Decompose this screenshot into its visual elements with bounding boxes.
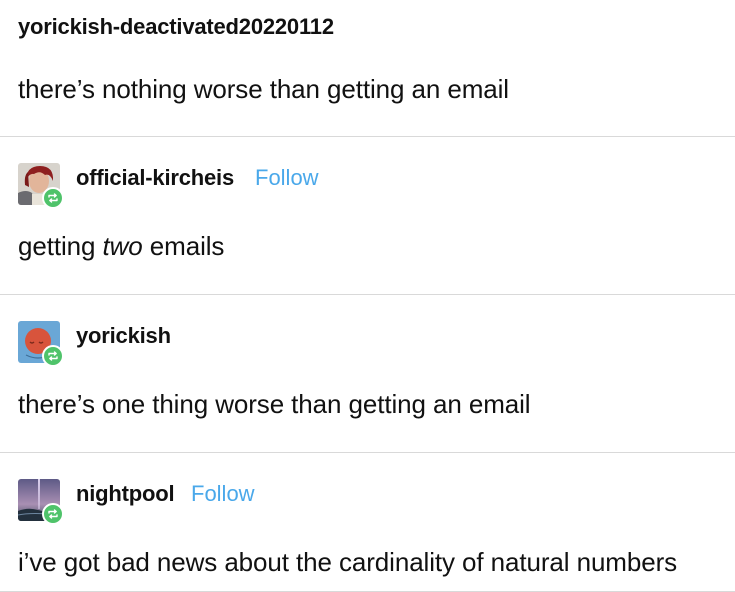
avatar[interactable] [18,479,64,525]
follow-button[interactable]: Follow [191,481,255,507]
post-reblog-nightpool: nightpool Follow i’ve got bad news about… [0,453,735,592]
text-part: getting [18,231,103,261]
reblogger-username[interactable]: official-kircheis [76,165,234,191]
post-body-text: there’s one thing worse than getting an … [18,389,531,419]
username-original-poster[interactable]: yorickish-deactivated20220112 [18,14,334,40]
post-reblog-official-kircheis: official-kircheis Follow getting two ema… [0,137,735,295]
avatar[interactable] [18,163,64,209]
text-italic: two [102,231,143,261]
post-reblog-yorickish: yorickish there’s one thing worse than g… [0,295,735,453]
post-original: yorickish-deactivated20220112 there’s no… [0,0,735,137]
follow-button[interactable]: Follow [255,165,319,191]
post-body-text: i’ve got bad news about the cardinality … [18,547,678,577]
text-part: emails [142,231,225,261]
post-body-text: getting two emails [18,231,224,262]
post-body-text: there’s nothing worse than getting an em… [18,74,509,104]
reblogger-username[interactable]: yorickish [76,323,171,349]
reblog-icon [42,187,64,209]
avatar[interactable] [18,321,64,367]
reblogger-username[interactable]: nightpool [76,481,175,507]
reblog-icon [42,345,64,367]
reblog-icon [42,503,64,525]
